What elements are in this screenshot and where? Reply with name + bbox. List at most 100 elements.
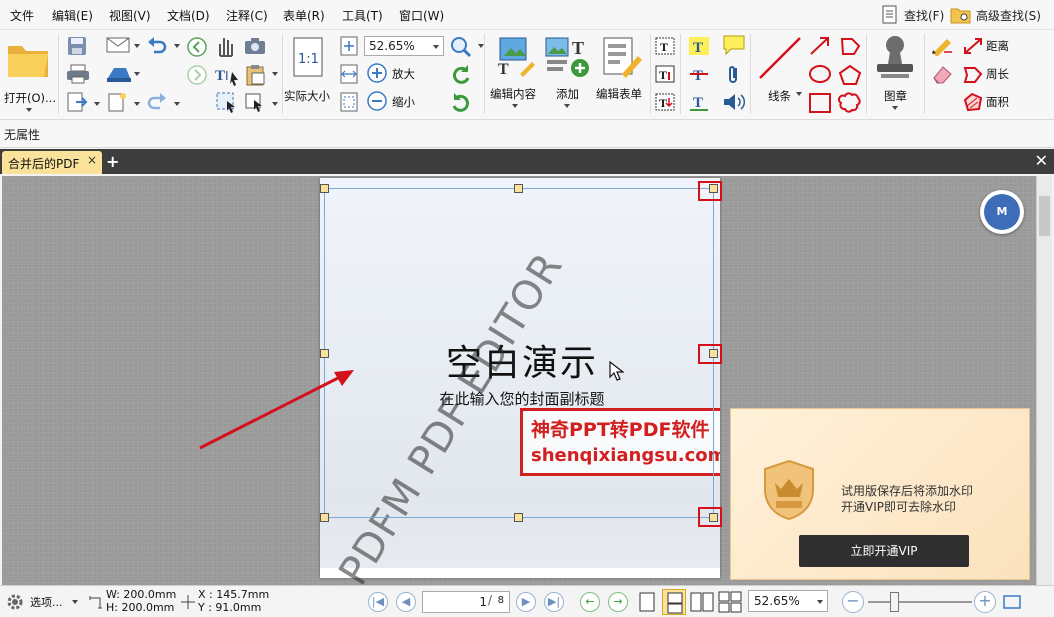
close-tab-icon[interactable]: × — [87, 153, 97, 167]
area-button[interactable]: 面积 — [962, 92, 1022, 112]
menu-window[interactable]: 窗口(W) — [399, 7, 444, 24]
rectangle-icon[interactable] — [808, 92, 832, 114]
edit-form-button[interactable]: 编辑表单 — [594, 34, 650, 114]
pentagon-icon[interactable] — [838, 64, 862, 86]
rotate-right-icon[interactable] — [450, 92, 472, 114]
next-page-button[interactable]: ▶ — [516, 592, 536, 612]
close-icon[interactable]: ✕ — [1035, 151, 1048, 170]
underline-icon[interactable]: T — [688, 92, 710, 112]
eraser-icon[interactable] — [930, 64, 954, 84]
text-down-icon[interactable]: T — [654, 92, 676, 112]
zoom-in-button[interactable]: + — [974, 591, 996, 613]
menu-form[interactable]: 表单(R) — [283, 7, 325, 24]
edit-content-button[interactable]: T 编辑内容 — [488, 34, 544, 114]
hand-tool-icon[interactable] — [214, 34, 236, 58]
redo-icon[interactable] — [146, 92, 168, 112]
chevron-down-icon[interactable] — [272, 72, 278, 76]
open-button[interactable]: 打开(O)... — [4, 36, 56, 116]
text-insert-icon[interactable]: T — [654, 64, 676, 84]
resize-handle-top-left[interactable] — [320, 184, 329, 193]
pencil-icon[interactable] — [930, 36, 954, 56]
rotate-left-icon[interactable] — [450, 64, 472, 86]
perimeter-button[interactable]: 周长 — [962, 64, 1022, 84]
zoom-tool-icon[interactable] — [450, 36, 474, 58]
chevron-down-icon[interactable] — [174, 102, 180, 106]
menu-comment[interactable]: 注释(C) — [226, 7, 268, 24]
chevron-down-icon[interactable] — [134, 44, 140, 48]
paste-icon[interactable] — [244, 64, 266, 86]
previous-page-button[interactable]: ◀ — [396, 592, 416, 612]
cloud-icon[interactable] — [838, 92, 862, 114]
sound-icon[interactable] — [722, 92, 746, 112]
scrollbar-thumb[interactable] — [1039, 196, 1050, 236]
zoom-in-button[interactable]: 放大 — [366, 62, 426, 84]
actual-size-button[interactable]: 1:1 实际大小 — [284, 34, 336, 114]
ellipse-icon[interactable] — [808, 64, 832, 84]
single-page-view-icon[interactable] — [638, 591, 656, 613]
polygon-icon[interactable] — [838, 36, 862, 56]
menu-view[interactable]: 视图(V) — [109, 7, 151, 24]
save-icon[interactable] — [66, 36, 88, 56]
facing-view-icon[interactable] — [690, 591, 714, 613]
zoom-slider-thumb[interactable] — [890, 592, 899, 612]
resize-handle-bottom[interactable] — [514, 513, 523, 522]
chevron-down-icon[interactable] — [134, 102, 140, 106]
document-canvas[interactable]: 空白演示 在此输入您的封面副标题 PDFM PDF EDITOR 神奇PPT转P… — [2, 176, 1036, 585]
menu-edit[interactable]: 编辑(E) — [52, 7, 93, 24]
highlight-text-icon[interactable]: T — [688, 36, 710, 56]
chevron-down-icon[interactable] — [134, 72, 140, 76]
menu-document[interactable]: 文档(D) — [167, 7, 210, 24]
first-page-button[interactable]: |◀ — [368, 592, 388, 612]
vertical-scrollbar[interactable] — [1036, 176, 1052, 585]
add-button[interactable]: T 添加 — [544, 34, 592, 114]
floating-action-button[interactable]: M — [980, 190, 1024, 234]
advanced-find-button[interactable]: 高级查找(S) — [950, 4, 1041, 26]
resize-handle-bottom-left[interactable] — [320, 513, 329, 522]
next-view-button[interactable]: → — [608, 592, 628, 612]
select-area-icon[interactable] — [214, 90, 238, 114]
chevron-down-icon[interactable] — [94, 102, 100, 106]
selection-box[interactable] — [324, 188, 714, 518]
note-icon[interactable] — [722, 34, 746, 56]
print-icon[interactable] — [66, 64, 90, 84]
text-field-icon[interactable]: T — [654, 36, 676, 56]
continuous-view-button[interactable] — [662, 589, 686, 615]
fit-width-icon[interactable] — [340, 64, 358, 84]
strikeout-icon[interactable]: T — [688, 64, 710, 84]
fit-visible-icon[interactable] — [340, 92, 358, 112]
stamp-button[interactable]: 图章 — [870, 34, 920, 114]
page-number-field[interactable]: 1 / 8 — [422, 591, 510, 613]
add-tab-icon[interactable]: + — [106, 152, 119, 171]
zoom-slider-track[interactable] — [868, 601, 972, 603]
arrow-icon[interactable] — [808, 36, 832, 56]
find-button[interactable]: 查找(F) — [880, 4, 944, 26]
forward-icon[interactable] — [186, 64, 208, 86]
last-page-button[interactable]: ▶| — [544, 592, 564, 612]
resize-handle-left[interactable] — [320, 349, 329, 358]
resize-handle-top[interactable] — [514, 184, 523, 193]
back-icon[interactable] — [186, 36, 208, 58]
tab-merged-pdf[interactable]: 合并后的PDF × — [2, 151, 102, 174]
new-document-icon[interactable] — [106, 92, 128, 112]
zoom-select[interactable]: 52.65% — [364, 36, 444, 56]
chevron-down-icon[interactable] — [272, 102, 278, 106]
select-object-icon[interactable] — [244, 92, 266, 114]
export-icon[interactable] — [66, 92, 88, 112]
zoom-out-button[interactable]: − — [842, 591, 864, 613]
menu-tools[interactable]: 工具(T) — [342, 7, 383, 24]
attachment-icon[interactable] — [724, 64, 744, 86]
menu-file[interactable]: 文件 — [10, 7, 34, 24]
options-button[interactable]: 选项... — [30, 594, 63, 610]
zoom-out-button[interactable]: 缩小 — [366, 90, 426, 112]
distance-button[interactable]: 距离 — [962, 36, 1022, 56]
continuous-facing-view-icon[interactable] — [718, 591, 742, 613]
previous-view-button[interactable]: ← — [580, 592, 600, 612]
undo-icon[interactable] — [146, 36, 168, 56]
fit-page-icon[interactable] — [340, 36, 358, 56]
chevron-down-icon[interactable] — [72, 600, 78, 604]
email-icon[interactable] — [106, 36, 130, 54]
snapshot-icon[interactable] — [244, 36, 266, 56]
select-text-icon[interactable]: TI — [214, 64, 240, 86]
open-vip-button[interactable]: 立即开通VIP — [799, 535, 969, 567]
status-zoom-select[interactable]: 52.65% — [748, 590, 828, 612]
